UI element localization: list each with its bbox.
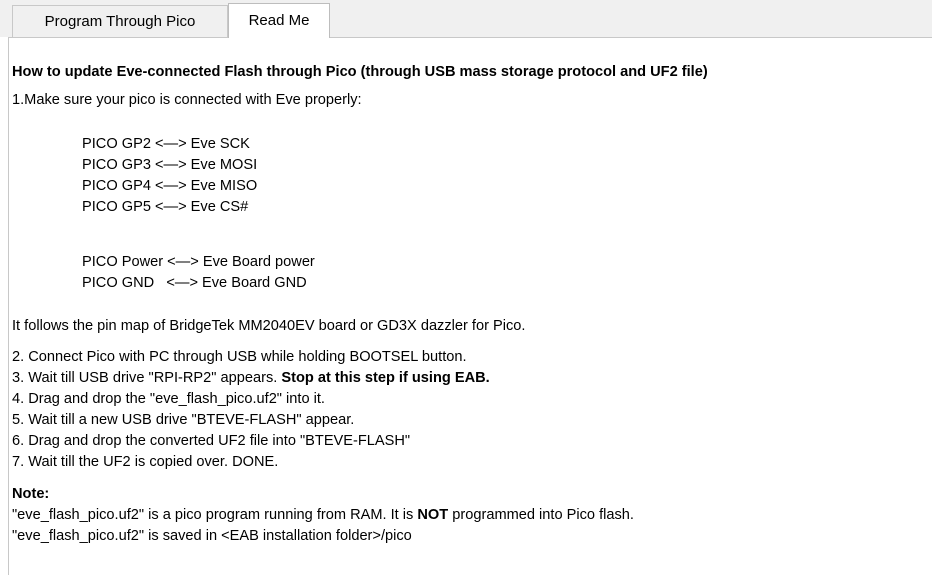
power-pin-line: PICO GND <—> Eve Board GND bbox=[82, 275, 307, 291]
step-1: 1.Make sure your pico is connected with … bbox=[12, 92, 362, 108]
pin-map-line: PICO GP3 <—> Eve MOSI bbox=[82, 157, 258, 173]
pin-map-note: It follows the pin map of BridgeTek MM20… bbox=[12, 318, 526, 334]
note-1-text: "eve_flash_pico.uf2" is a pico program r… bbox=[12, 507, 418, 523]
step-6: 6. Drag and drop the converted UF2 file … bbox=[12, 433, 411, 449]
pin-map-line: PICO GP4 <—> Eve MISO bbox=[82, 178, 258, 194]
readme-content: How to update Eve-connected Flash throug… bbox=[12, 38, 932, 575]
step-5: 5. Wait till a new USB drive "BTEVE-FLAS… bbox=[12, 412, 355, 428]
note-line-1: "eve_flash_pico.uf2" is a pico program r… bbox=[12, 507, 634, 523]
step-3-warning: Stop at this step if using EAB. bbox=[281, 370, 490, 386]
tab-program-through-pico[interactable]: Program Through Pico bbox=[12, 5, 228, 38]
power-pin-line: PICO Power <—> Eve Board power bbox=[82, 254, 315, 270]
step-3-text: 3. Wait till USB drive "RPI-RP2" appears… bbox=[12, 370, 282, 386]
readme-heading: How to update Eve-connected Flash throug… bbox=[12, 64, 708, 80]
note-1-emphasis: NOT bbox=[417, 507, 449, 523]
step-7: 7. Wait till the UF2 is copied over. DON… bbox=[12, 454, 279, 470]
tab-read-me[interactable]: Read Me bbox=[228, 3, 330, 38]
step-3: 3. Wait till USB drive "RPI-RP2" appears… bbox=[12, 370, 490, 386]
note-line-2: "eve_flash_pico.uf2" is saved in <EAB in… bbox=[12, 528, 412, 544]
note-1-text-end: programmed into Pico flash. bbox=[448, 507, 634, 523]
tab-bar: Program Through Pico Read Me bbox=[0, 0, 932, 38]
step-4: 4. Drag and drop the "eve_flash_pico.uf2… bbox=[12, 391, 325, 407]
note-label: Note: bbox=[12, 486, 50, 502]
pin-map-line: PICO GP2 <—> Eve SCK bbox=[82, 136, 250, 152]
pin-map-line: PICO GP5 <—> Eve CS# bbox=[82, 199, 249, 215]
step-2: 2. Connect Pico with PC through USB whil… bbox=[12, 349, 467, 365]
